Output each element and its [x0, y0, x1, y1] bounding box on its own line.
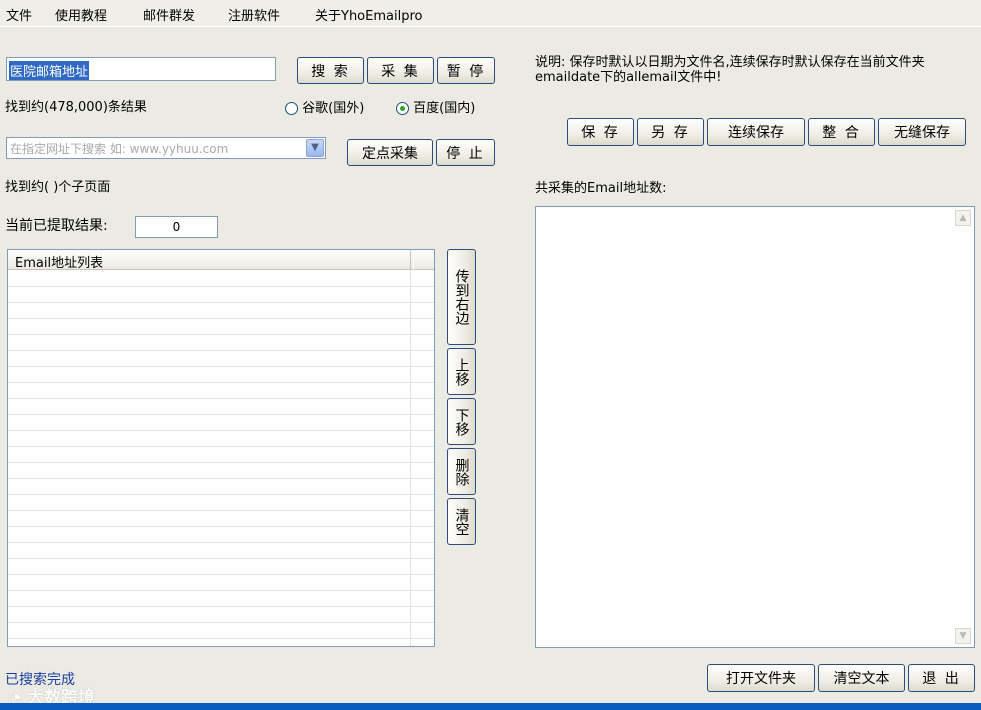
list-header: Email地址列表 [8, 250, 434, 271]
move-up-button[interactable]: 上移 [447, 348, 476, 395]
stop-button[interactable]: 停 止 [436, 139, 495, 166]
menu-bar: 文件 使用教程 邮件群发 注册软件 关于YhoEmailpro [0, 0, 981, 27]
list-row-line [8, 542, 434, 543]
save-note: 说明: 保存时默认以日期为文件名,连续保存时默认保存在当前文件夹emaildat… [535, 55, 925, 85]
list-row-line [8, 302, 434, 303]
open-folder-button[interactable]: 打开文件夹 [707, 664, 815, 692]
continuous-save-button[interactable]: 连续保存 [707, 118, 805, 146]
scroll-down-arrow-icon[interactable]: ▼ [955, 628, 971, 644]
delete-button[interactable]: 删除 [447, 448, 476, 495]
search-button[interactable]: 搜 索 [297, 57, 364, 84]
email-text-area[interactable]: ▲ ▼ [535, 206, 975, 648]
list-row-line [8, 382, 434, 383]
extracted-count-field: 0 [135, 216, 218, 238]
list-row-line [8, 398, 434, 399]
list-row-line [8, 318, 434, 319]
list-row-line [8, 574, 434, 575]
total-email-label: 共采集的Email地址数: [535, 181, 667, 196]
list-row-line [8, 622, 434, 623]
move-to-right-button[interactable]: 传到右边 [447, 249, 476, 345]
engine-baidu-label: 百度(国内) [413, 101, 476, 116]
list-row-line [8, 430, 434, 431]
list-row-line [8, 478, 434, 479]
list-row-line [8, 446, 434, 447]
menu-mass-mail[interactable]: 邮件群发 [143, 5, 195, 24]
save-as-button[interactable]: 另 存 [637, 118, 704, 146]
extracted-label: 当前已提取结果: [5, 218, 108, 234]
menu-tutorial[interactable]: 使用教程 [55, 5, 107, 24]
collect-button[interactable]: 采 集 [367, 57, 434, 84]
list-row-line [8, 462, 434, 463]
list-row-line [8, 286, 434, 287]
radio-baidu[interactable] [396, 102, 409, 115]
list-row-line [8, 510, 434, 511]
save-button[interactable]: 保 存 [567, 118, 634, 146]
engine-baidu-option[interactable]: 百度(国内) [396, 97, 475, 116]
bottom-border-bar [0, 703, 981, 710]
list-row-line [8, 414, 434, 415]
keyword-input[interactable]: 医院邮箱地址 [6, 57, 276, 81]
menu-about[interactable]: 关于YhoEmailpro [315, 5, 422, 24]
move-down-button[interactable]: 下移 [447, 398, 476, 445]
list-row-line [8, 334, 434, 335]
list-row-line [8, 638, 434, 639]
exit-button[interactable]: 退 出 [908, 664, 975, 692]
radio-google[interactable] [285, 102, 298, 115]
site-search-combo[interactable]: 在指定网址下搜索 如: www.yyhuu.com ▼ [6, 137, 326, 159]
clear-button[interactable]: 清空 [447, 498, 476, 545]
seamless-save-button[interactable]: 无缝保存 [878, 118, 966, 146]
list-row-line [8, 494, 434, 495]
engine-google-label: 谷歌(国外) [302, 101, 365, 116]
menu-register[interactable]: 注册软件 [228, 5, 280, 24]
clear-text-button[interactable]: 清空文本 [818, 664, 905, 692]
engine-google-option[interactable]: 谷歌(国外) [285, 97, 364, 116]
result-count: 找到约(478,000)条结果 [5, 100, 147, 115]
menu-file[interactable]: 文件 [6, 5, 32, 24]
list-row-line [8, 590, 434, 591]
site-placeholder: 在指定网址下搜索 如: www.yyhuu.com [10, 142, 229, 156]
subpage-count: 找到约( )个子页面 [5, 180, 111, 195]
column-separator [410, 250, 414, 270]
column-header-email[interactable]: Email地址列表 [15, 252, 103, 271]
list-row-line [8, 558, 434, 559]
email-list[interactable]: Email地址列表 [7, 249, 435, 647]
keyword-value: 医院邮箱地址 [9, 61, 90, 80]
chevron-down-icon[interactable]: ▼ [306, 139, 324, 157]
list-row-line [8, 606, 434, 607]
list-row-line [8, 366, 434, 367]
list-row-line [8, 350, 434, 351]
merge-button[interactable]: 整 合 [808, 118, 875, 146]
scroll-up-arrow-icon[interactable]: ▲ [955, 210, 971, 226]
fixed-collect-button[interactable]: 定点采集 [347, 139, 433, 166]
list-row-line [8, 526, 434, 527]
pause-button[interactable]: 暂 停 [437, 57, 495, 84]
